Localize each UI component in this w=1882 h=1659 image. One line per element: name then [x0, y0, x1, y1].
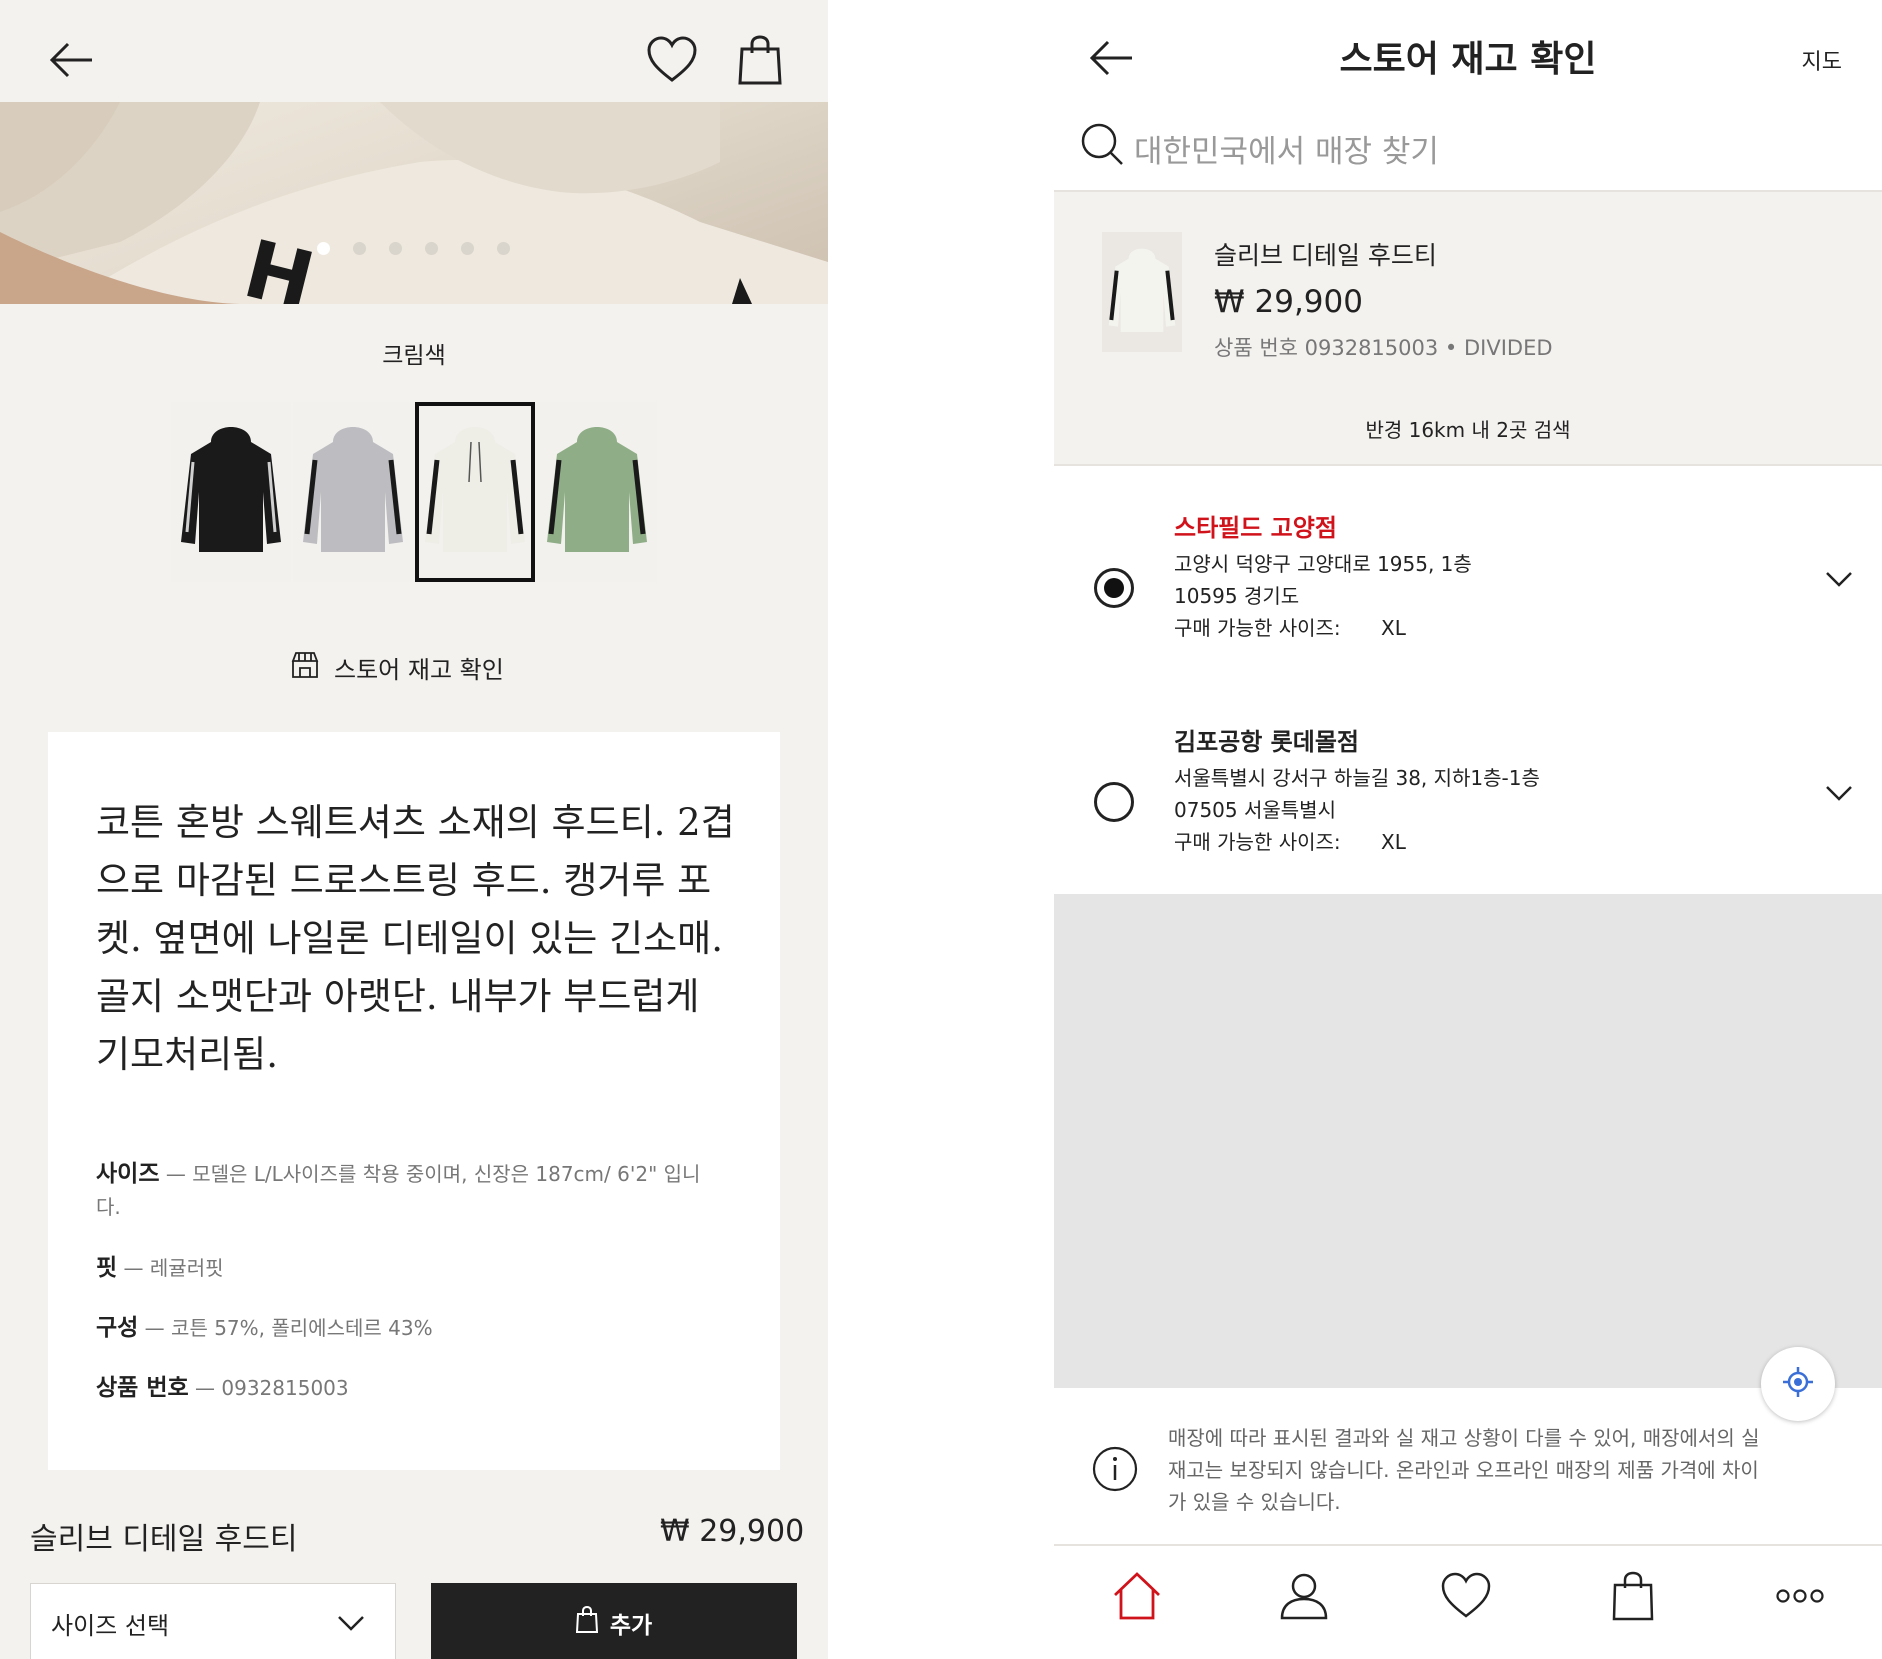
bag-icon[interactable] — [1573, 1546, 1693, 1646]
spec-key: 상품 번호 — [96, 1375, 189, 1401]
store-postcode: 10595 경기도 — [1174, 584, 1300, 608]
store-stock-screen: 스토어 재고 확인 지도 대한민국에서 매장 찾기 슬리브 디테일 후드티 ₩ … — [1054, 0, 1882, 1659]
hoodie-thumbnail — [181, 427, 281, 552]
carousel-dot-4[interactable] — [425, 242, 438, 255]
more-icon[interactable] — [1740, 1546, 1860, 1646]
page-title: 스토어 재고 확인 — [1339, 39, 1597, 80]
carousel-dot-6[interactable] — [497, 242, 510, 255]
product-description: 코튼 혼방 스웨트셔츠 소재의 후드티. 2겹으로 마감된 드로스트링 후드. … — [96, 801, 735, 1076]
carousel-dot-1[interactable] — [317, 242, 330, 255]
home-icon[interactable] — [1077, 1546, 1197, 1646]
top-bar — [0, 0, 828, 102]
spec-value: 레귤러핏 — [149, 1256, 224, 1280]
product-price: ₩ 29,900 — [660, 1514, 805, 1549]
store-name: 김포공항 롯데몰점 — [1174, 728, 1359, 756]
product-name: 슬리브 디테일 후드티 — [1214, 241, 1437, 270]
spec-size: 사이즈 — 모델은 L/L사이즈를 착용 중이며, 신장은 187cm/ 6'2… — [96, 1161, 701, 1219]
product-thumbnail — [1102, 232, 1182, 352]
spec-composition: 구성 — 코튼 57%, 폴리에스테르 43% — [96, 1315, 433, 1341]
store-stock-check-label: 스토어 재고 확인 — [334, 655, 504, 684]
size-select-label: 사이즈 선택 — [51, 1611, 170, 1640]
product-description-card: 코튼 혼방 스웨트셔츠 소재의 후드티. 2겹으로 마감된 드로스트링 후드. … — [48, 732, 780, 1470]
account-icon[interactable] — [1244, 1546, 1364, 1646]
map-button[interactable]: 지도 — [1802, 44, 1842, 76]
spec-key: 핏 — [96, 1255, 118, 1281]
locate-me-button[interactable] — [1761, 1347, 1835, 1421]
chevron-down-icon — [337, 1609, 365, 1637]
product-image-carousel[interactable]: H_ — [0, 102, 828, 304]
bottom-tab-bar — [1054, 1544, 1882, 1659]
product-meta: 상품 번호 0932815003 • DIVIDED — [1214, 336, 1553, 360]
carousel-dot-5[interactable] — [461, 242, 474, 255]
back-arrow-icon[interactable] — [40, 30, 100, 90]
sizes-label: 구매 가능한 사이즈: — [1174, 830, 1341, 854]
spec-key: 구성 — [96, 1315, 139, 1341]
add-to-bag-button[interactable]: 추가 — [431, 1583, 797, 1659]
spec-key: 사이즈 — [96, 1161, 160, 1187]
spec-article-number: 상품 번호 — 0932815003 — [96, 1375, 349, 1401]
color-swatch-black[interactable] — [171, 402, 291, 582]
location-target-icon — [1781, 1365, 1815, 1403]
store-name: 스타필드 고양점 — [1174, 514, 1337, 542]
divider — [1054, 464, 1882, 466]
store-search-input[interactable]: 대한민국에서 매장 찾기 — [1080, 122, 1840, 174]
hoodie-thumbnail — [303, 427, 403, 552]
product-price: ₩ 29,900 — [1214, 284, 1363, 320]
product-summary: 슬리브 디테일 후드티 ₩ 29,900 상품 번호 0932815003 • … — [1054, 192, 1882, 464]
carousel-dot-2[interactable] — [353, 242, 366, 255]
store-address: 고양시 덕양구 고양대로 1955, 1층 — [1174, 552, 1472, 576]
sizes-value: XL — [1381, 830, 1406, 854]
chevron-down-icon[interactable] — [1824, 784, 1854, 806]
sizes-value: XL — [1381, 616, 1406, 640]
chevron-down-icon[interactable] — [1824, 570, 1854, 592]
selected-color-name: 크림색 — [382, 343, 446, 369]
disclaimer-text: 매장에 따라 표시된 결과와 실 재고 상황이 다를 수 있어, 매장에서의 실… — [1168, 1426, 1760, 1514]
store-postcode: 07505 서울특별시 — [1174, 798, 1336, 822]
hoodie-thumbnail — [425, 427, 525, 552]
store-stock-check-link[interactable]: 스토어 재고 확인 — [290, 647, 504, 687]
product-detail-screen: H_ 크림색 스토어 재고 확인 코튼 혼방 스웨트셔츠 소재의 후드티. 2겹… — [0, 0, 828, 1659]
spec-value: 코튼 57%, 폴리에스테르 43% — [171, 1316, 433, 1340]
carousel-dot-3[interactable] — [389, 242, 402, 255]
sizes-label: 구매 가능한 사이즈: — [1174, 616, 1341, 640]
store-radio-unselected[interactable] — [1094, 782, 1134, 822]
map-area[interactable] — [1054, 894, 1882, 1388]
heart-icon[interactable] — [642, 30, 702, 90]
hoodie-photo: H_ — [0, 102, 828, 304]
search-radius-text: 반경 16km 내 2곳 검색 — [1365, 418, 1571, 442]
spec-fit: 핏 — 레귤러핏 — [96, 1255, 224, 1281]
info-icon — [1092, 1446, 1138, 1496]
product-name: 슬리브 디테일 후드티 — [30, 1522, 298, 1557]
add-to-bag-label: 추가 — [609, 1613, 653, 1639]
size-select-dropdown[interactable]: 사이즈 선택 — [30, 1583, 396, 1659]
color-swatch-cream[interactable] — [415, 402, 535, 582]
shopping-bag-icon — [575, 1605, 598, 1640]
store-address: 서울특별시 강서구 하늘길 38, 지하1층-1층 — [1174, 766, 1540, 790]
store-icon — [290, 649, 320, 685]
spec-value: 모델은 L/L사이즈를 착용 중이며, 신장은 187cm/ 6'2" 입니다. — [96, 1162, 701, 1219]
store-list-item[interactable]: 스타필드 고양점 고양시 덕양구 고양대로 1955, 1층 10595 경기도… — [1054, 508, 1882, 718]
spec-value: 0932815003 — [221, 1376, 349, 1400]
store-sizes: 구매 가능한 사이즈: XL — [1174, 612, 1406, 641]
search-icon — [1080, 122, 1124, 174]
shopping-bag-icon[interactable] — [730, 30, 790, 90]
color-swatch-green[interactable] — [537, 402, 657, 582]
stock-disclaimer: 매장에 따라 표시된 결과와 실 재고 상황이 다를 수 있어, 매장에서의 실… — [1054, 1422, 1882, 1544]
store-sizes: 구매 가능한 사이즈: XL — [1174, 826, 1406, 855]
color-swatch-grey[interactable] — [293, 402, 413, 582]
search-placeholder: 대한민국에서 매장 찾기 — [1134, 133, 1439, 170]
hoodie-thumbnail — [547, 427, 647, 552]
store-radio-selected[interactable] — [1094, 568, 1134, 608]
favorites-icon[interactable] — [1406, 1546, 1526, 1646]
